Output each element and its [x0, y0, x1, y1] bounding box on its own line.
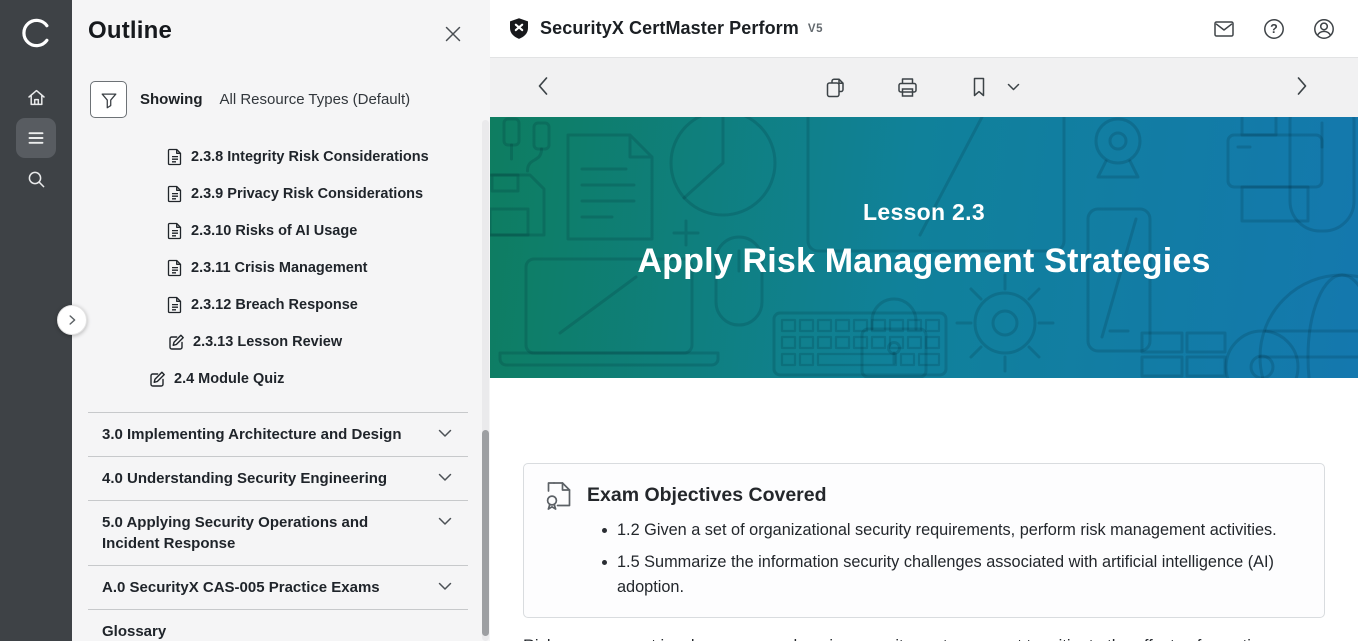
- section-label: 4.0 Understanding Security Engineering: [102, 470, 387, 487]
- bookmark-menu-button[interactable]: [1007, 83, 1020, 92]
- chevron-down-icon: [438, 517, 452, 526]
- edit-icon: [148, 370, 166, 388]
- lesson-banner: Lesson 2.3 Apply Risk Management Strateg…: [490, 117, 1358, 378]
- sidebar-item-home[interactable]: [16, 77, 56, 117]
- logo-c-icon: [19, 16, 53, 50]
- filter-button[interactable]: [90, 81, 127, 118]
- chevron-right-icon: [1296, 75, 1309, 97]
- securityx-shield-icon: [508, 17, 530, 40]
- outline-item-2-3-8[interactable]: 2.3.8 Integrity Risk Considerations: [72, 138, 490, 175]
- main-content: SecurityX CertMaster Perform V5 ?: [490, 0, 1358, 641]
- document-icon: [167, 185, 183, 203]
- close-outline-button[interactable]: [443, 23, 465, 45]
- document-icon: [167, 296, 183, 314]
- lesson-number-label: Lesson 2.3: [490, 199, 1358, 226]
- account-button[interactable]: [1306, 11, 1342, 47]
- exam-objectives-list: 1.2 Given a set of organizational securi…: [602, 518, 1304, 599]
- lesson-list: 2.3.8 Integrity Risk Considerations 2.3.…: [72, 138, 490, 397]
- comptia-logo[interactable]: [16, 13, 56, 53]
- page-title: SecurityX CertMaster Perform: [540, 18, 799, 39]
- messages-button[interactable]: [1206, 11, 1242, 47]
- outline-item-label: 2.3.12 Breach Response: [191, 297, 358, 313]
- outline-title: Outline: [88, 17, 172, 45]
- scrollbar-thumb[interactable]: [482, 430, 489, 636]
- section-3-0[interactable]: 3.0 Implementing Architecture and Design: [88, 412, 468, 456]
- outline-item-2-3-11[interactable]: 2.3.11 Crisis Management: [72, 249, 490, 286]
- outline-item-2-4-quiz[interactable]: 2.4 Module Quiz: [72, 360, 490, 397]
- section-5-0[interactable]: 5.0 Applying Security Operations and Inc…: [88, 500, 468, 565]
- sidebar-item-outline[interactable]: [16, 118, 56, 158]
- outline-item-2-3-10[interactable]: 2.3.10 Risks of AI Usage: [72, 212, 490, 249]
- exam-objectives-title: Exam Objectives Covered: [587, 484, 827, 507]
- chevron-left-icon: [536, 75, 549, 97]
- section-label: A.0 SecurityX CAS-005 Practice Exams: [102, 579, 380, 596]
- search-icon: [26, 169, 47, 190]
- help-icon: ?: [1262, 17, 1286, 41]
- outline-item-label: 2.3.8 Integrity Risk Considerations: [191, 149, 429, 165]
- outline-item-2-3-13[interactable]: 2.3.13 Lesson Review: [72, 323, 490, 360]
- intro-paragraph: Risk management involves a comprehensive…: [523, 634, 1313, 641]
- next-page-button[interactable]: [1296, 75, 1309, 97]
- section-label: 3.0 Implementing Architecture and Design: [102, 426, 402, 443]
- document-icon: [167, 222, 183, 240]
- app-header: SecurityX CertMaster Perform V5 ?: [490, 0, 1358, 58]
- outline-sections: 3.0 Implementing Architecture and Design…: [88, 412, 468, 641]
- menu-icon: [26, 128, 46, 148]
- outline-item-label: 2.3.10 Risks of AI Usage: [191, 223, 357, 239]
- lesson-toolbar: [490, 58, 1358, 117]
- document-icon: [167, 148, 183, 166]
- filter-showing-label: Showing: [140, 91, 203, 108]
- section-glossary[interactable]: Glossary: [88, 609, 468, 641]
- objective-item: 1.5 Summarize the information security c…: [602, 550, 1304, 599]
- copy-button[interactable]: [823, 75, 848, 100]
- print-button[interactable]: [895, 75, 920, 100]
- bookmark-button[interactable]: [967, 75, 991, 99]
- chevron-down-icon: [438, 473, 452, 482]
- version-badge: V5: [808, 23, 823, 35]
- mail-icon: [1212, 17, 1236, 41]
- outline-item-label: 2.3.9 Privacy Risk Considerations: [191, 186, 423, 202]
- document-icon: [167, 259, 183, 277]
- edit-icon: [167, 333, 185, 351]
- filter-value[interactable]: All Resource Types (Default): [220, 91, 411, 108]
- section-label: 5.0 Applying Security Operations and Inc…: [102, 514, 368, 552]
- bookmark-icon: [967, 75, 991, 99]
- section-4-0[interactable]: 4.0 Understanding Security Engineering: [88, 456, 468, 500]
- chevron-down-icon: [438, 429, 452, 438]
- outline-item-2-3-9[interactable]: 2.3.9 Privacy Risk Considerations: [72, 175, 490, 212]
- objective-item: 1.2 Given a set of organizational securi…: [602, 518, 1304, 542]
- collapse-outline-button[interactable]: [57, 305, 87, 335]
- filter-row: Showing All Resource Types (Default): [90, 81, 410, 118]
- chevron-right-icon: [65, 313, 79, 327]
- filter-icon: [99, 90, 119, 110]
- account-icon: [1312, 17, 1336, 41]
- outline-item-label: 2.3.13 Lesson Review: [193, 334, 342, 350]
- header-actions: ?: [1206, 0, 1342, 58]
- outline-item-2-3-12[interactable]: 2.3.12 Breach Response: [72, 286, 490, 323]
- lesson-title: Apply Risk Management Strategies: [490, 242, 1358, 281]
- outline-item-label: 2.4 Module Quiz: [174, 371, 284, 387]
- section-label: Glossary: [102, 623, 166, 640]
- copy-icon: [823, 75, 848, 100]
- app-root: Outline Showing All Resource Types (Defa…: [0, 0, 1358, 641]
- exam-objectives-card: Exam Objectives Covered 1.2 Given a set …: [523, 463, 1325, 618]
- chevron-down-icon: [438, 582, 452, 591]
- previous-page-button[interactable]: [536, 75, 549, 97]
- certificate-icon: [544, 480, 573, 510]
- outline-panel: Outline Showing All Resource Types (Defa…: [72, 0, 490, 641]
- close-icon: [443, 24, 463, 44]
- sidebar-item-search[interactable]: [16, 159, 56, 199]
- outline-item-label: 2.3.11 Crisis Management: [191, 260, 368, 276]
- brand: SecurityX CertMaster Perform V5: [508, 17, 823, 40]
- svg-text:?: ?: [1270, 22, 1278, 36]
- outline-scrollbar[interactable]: [482, 120, 489, 641]
- help-button[interactable]: ?: [1256, 11, 1292, 47]
- section-a-0[interactable]: A.0 SecurityX CAS-005 Practice Exams: [88, 565, 468, 609]
- home-icon: [26, 87, 47, 108]
- lesson-body: Exam Objectives Covered 1.2 Given a set …: [490, 463, 1358, 641]
- print-icon: [895, 75, 920, 100]
- chevron-down-icon: [1007, 83, 1020, 92]
